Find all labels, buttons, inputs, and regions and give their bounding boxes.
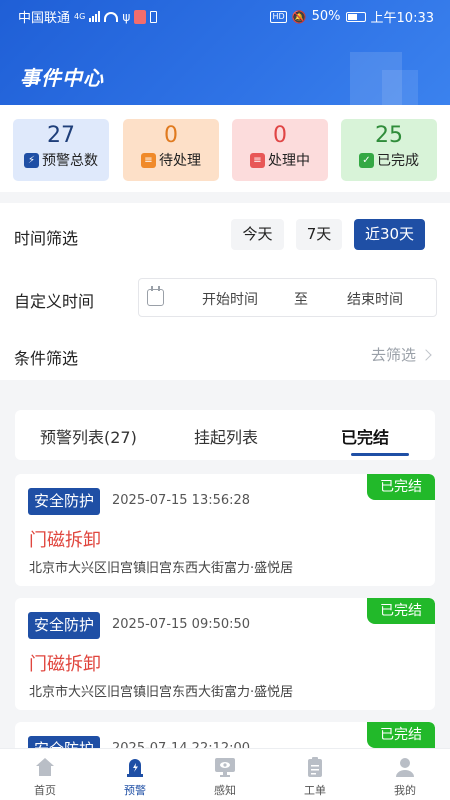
event-category-tag: 安全防护 [28,612,101,639]
nav-label: 首页 [34,784,56,797]
tab-alert-list[interactable]: 预警列表(27) [40,424,137,448]
carrier-name: 中国联通 [18,11,71,26]
clipboard-icon [308,757,322,777]
end-date-field[interactable]: 结束时间 [347,289,403,309]
event-time: 2025-07-15 13:56:28 [112,493,251,508]
nav-label: 感知 [214,784,236,797]
condition-filter-label: 条件筛选 [14,349,79,368]
active-tab-indicator [351,453,409,456]
tab-suspended-list[interactable]: 挂起列表 [194,424,258,448]
app-notification-icon [134,9,147,24]
stat-label: 处理中 [268,153,310,169]
filter-panel: 时间筛选 今天 7天 近30天 自定义时间 开始时间 至 结束时间 条件筛选 去… [0,203,450,380]
nav-label: 我的 [394,784,416,797]
stat-label: 已完成 [377,153,419,169]
event-category-tag: 安全防护 [28,488,101,515]
status-bar: 中国联通 4G ψ HD 🔕 50% 上午10:33 [0,0,450,32]
completed-doc-icon: ✓ [359,152,374,168]
battery-icon [345,11,366,22]
chip-today[interactable]: 今天 [231,219,284,250]
start-date-field[interactable]: 开始时间 [202,289,258,309]
mute-icon: 🔕 [291,9,307,24]
wifi-icon [104,11,119,22]
stat-completed[interactable]: 25 ✓ 已完成 [341,119,437,181]
event-title: 门磁拆卸 [29,530,101,551]
header: 中国联通 4G ψ HD 🔕 50% 上午10:33 事件中心 [0,0,450,105]
stat-value: 27 [47,123,75,148]
tab-completed[interactable]: 已完结 [341,424,389,448]
nav-alerts[interactable]: 预警 [90,749,180,800]
battery-percent: 50% [311,9,341,24]
hd-icon: HD [270,10,287,23]
header-decoration [382,70,418,105]
stat-processing[interactable]: 0 ≡ 处理中 [232,119,328,181]
chip-7days[interactable]: 7天 [296,219,342,250]
stats-panel: 27 ⚡ 预警总数 0 ≡ 待处理 0 ≡ 处理中 25 ✓ 已完成 [0,105,450,192]
network-type: 4G [74,12,86,21]
page-title: 事件中心 [20,66,104,90]
event-address: 北京市大兴区旧宫镇旧宫东西大街富力·盛悦居 [29,685,294,700]
monitor-icon [215,758,235,777]
alarm-icon [127,759,143,777]
battery-small-icon [150,10,158,23]
stat-value: 25 [375,123,403,148]
chip-30days[interactable]: 近30天 [354,219,425,250]
chevron-right-icon [420,348,432,361]
time-filter-label: 时间筛选 [14,229,79,248]
event-card[interactable]: 已完结 安全防护 2025-07-15 13:56:28 门磁拆卸 北京市大兴区… [15,474,435,586]
nav-home[interactable]: 首页 [0,749,90,800]
stat-label: 待处理 [159,153,201,169]
signal-icon [89,11,101,22]
nav-label: 工单 [304,784,326,797]
date-range-picker[interactable]: 开始时间 至 结束时间 [138,278,437,317]
stat-value: 0 [273,123,287,148]
stat-pending[interactable]: 0 ≡ 待处理 [123,119,219,181]
stat-label: 预警总数 [42,153,98,169]
event-time: 2025-07-15 09:50:50 [112,617,251,632]
status-badge: 已完结 [367,598,435,624]
go-filter-button[interactable]: 去筛选 [370,344,432,365]
calendar-icon [147,286,164,306]
stat-total-alerts[interactable]: 27 ⚡ 预警总数 [13,119,109,181]
user-icon [396,758,414,777]
pending-doc-icon: ≡ [141,152,156,168]
go-filter-label: 去筛选 [370,346,416,364]
event-title: 门磁拆卸 [29,654,101,675]
custom-time-label: 自定义时间 [14,292,95,311]
nav-work-orders[interactable]: 工单 [270,749,360,800]
status-badge: 已完结 [367,474,435,500]
nav-profile[interactable]: 我的 [360,749,450,800]
date-separator: 至 [294,292,308,308]
usb-icon: ψ [122,9,131,24]
list-tabs: 预警列表(27) 挂起列表 已完结 [15,410,435,460]
clock: 上午10:33 [370,11,434,26]
home-icon [36,758,54,776]
processing-doc-icon: ≡ [250,152,265,168]
stat-value: 0 [164,123,178,148]
event-address: 北京市大兴区旧宫镇旧宫东西大街富力·盛悦居 [29,561,294,576]
status-badge: 已完结 [367,722,435,748]
bottom-navigation: 首页 预警 感知 工单 我的 [0,748,450,800]
alert-icon: ⚡ [24,152,39,168]
nav-sensing[interactable]: 感知 [180,749,270,800]
nav-label: 预警 [124,784,146,797]
event-card[interactable]: 已完结 安全防护 2025-07-15 09:50:50 门磁拆卸 北京市大兴区… [15,598,435,710]
